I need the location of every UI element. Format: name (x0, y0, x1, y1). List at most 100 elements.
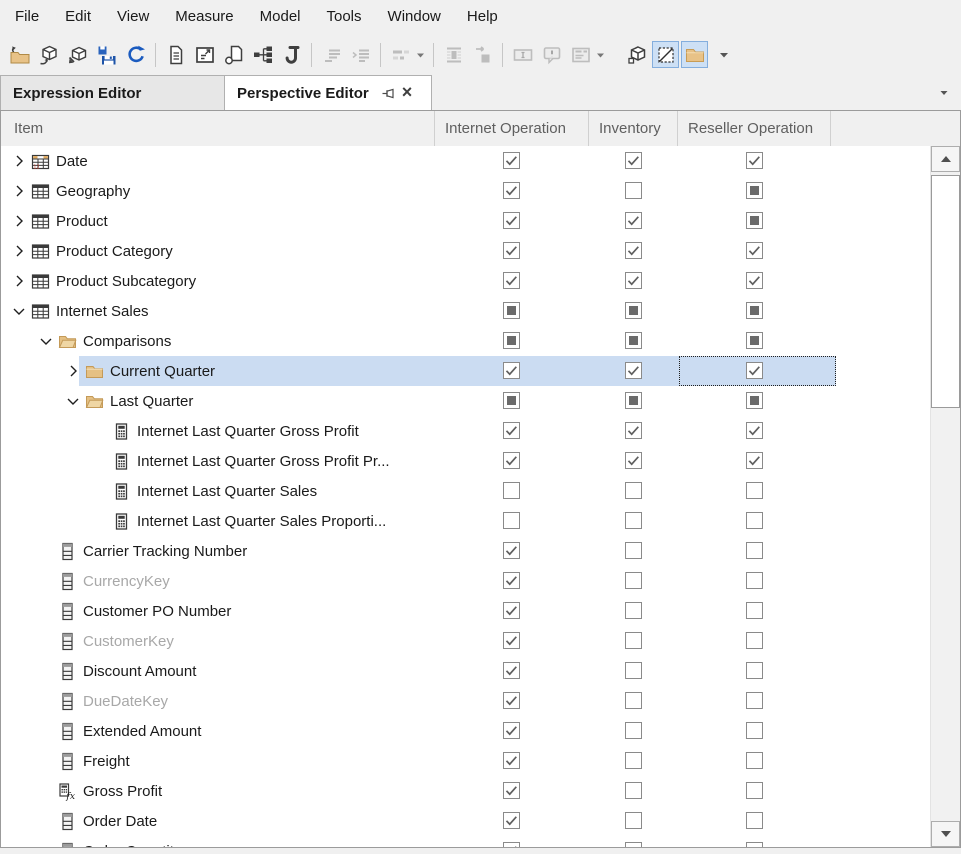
menu-edit[interactable]: Edit (52, 0, 104, 34)
perspective-checkbox-checked[interactable] (746, 422, 763, 439)
perspective-checkbox-indeterminate[interactable] (503, 302, 520, 319)
perspective-checkbox-indeterminate[interactable] (746, 182, 763, 199)
perspective-checkbox-unchecked[interactable] (746, 692, 763, 709)
table-row[interactable]: Order Quantity (1, 836, 960, 847)
table-row[interactable]: Carrier Tracking Number (1, 536, 960, 566)
vertical-scrollbar[interactable] (930, 146, 960, 847)
perspective-checkbox-checked[interactable] (503, 152, 520, 169)
table-row[interactable]: Product Subcategory (1, 266, 960, 296)
refresh-button[interactable] (122, 41, 149, 68)
perspective-checkbox-checked[interactable] (503, 572, 520, 589)
perspective-checkbox-indeterminate[interactable] (746, 302, 763, 319)
table-row[interactable]: Geography (1, 176, 960, 206)
scrollbar-thumb[interactable] (931, 175, 960, 408)
perspective-checkbox-checked[interactable] (503, 182, 520, 199)
table-row[interactable]: Comparisons (1, 326, 960, 356)
perspective-checkbox-indeterminate[interactable] (746, 332, 763, 349)
dropdown-caret-icon[interactable] (595, 41, 608, 68)
chevron-down-icon[interactable] (7, 302, 31, 320)
perspective-toggle-button[interactable] (652, 41, 679, 68)
perspective-checkbox-unchecked[interactable] (746, 662, 763, 679)
perspective-checkbox-checked[interactable] (503, 452, 520, 469)
tab-list-caret-icon[interactable] (937, 86, 961, 100)
perspective-checkbox-unchecked[interactable] (625, 722, 642, 739)
chevron-right-icon[interactable] (7, 242, 31, 260)
perspective-checkbox-unchecked[interactable] (625, 692, 642, 709)
perspective-checkbox-checked[interactable] (503, 362, 520, 379)
perspective-checkbox-checked[interactable] (625, 362, 642, 379)
perspective-checkbox-checked[interactable] (625, 452, 642, 469)
perspective-checkbox-unchecked[interactable] (625, 812, 642, 829)
perspective-checkbox-indeterminate[interactable] (503, 332, 520, 349)
table-row[interactable]: Internet Last Quarter Sales (1, 476, 960, 506)
perspective-checkbox-checked[interactable] (503, 722, 520, 739)
pin-icon[interactable] (381, 86, 396, 101)
chevron-right-icon[interactable] (7, 272, 31, 290)
perspective-checkbox-checked[interactable] (746, 242, 763, 259)
perspective-checkbox-checked[interactable] (503, 752, 520, 769)
hierarchy-button[interactable] (249, 41, 276, 68)
perspective-checkbox-unchecked[interactable] (503, 482, 520, 499)
caret-down-button[interactable] (710, 41, 737, 68)
table-row[interactable]: CurrencyKey (1, 566, 960, 596)
table-row[interactable]: Current Quarter (1, 356, 960, 386)
chevron-down-icon[interactable] (34, 332, 58, 350)
perspective-checkbox-checked[interactable] (503, 782, 520, 799)
table-row[interactable]: DueDateKey (1, 686, 960, 716)
perspective-checkbox-unchecked[interactable] (625, 512, 642, 529)
perspective-checkbox-unchecked[interactable] (746, 722, 763, 739)
menu-measure[interactable]: Measure (162, 0, 246, 34)
chevron-right-icon[interactable] (61, 362, 85, 380)
perspective-checkbox-checked[interactable] (503, 542, 520, 559)
document-button[interactable] (162, 41, 189, 68)
scroll-down-button[interactable] (931, 821, 960, 847)
perspective-checkbox-unchecked[interactable] (746, 842, 763, 847)
perspective-checkbox-checked[interactable] (503, 842, 520, 847)
perspective-checkbox-indeterminate[interactable] (503, 392, 520, 409)
perspective-checkbox-checked[interactable] (625, 152, 642, 169)
cube-button[interactable] (623, 41, 650, 68)
perspective-checkbox-unchecked[interactable] (625, 182, 642, 199)
perspective-checkbox-checked[interactable] (746, 152, 763, 169)
perspective-checkbox-checked[interactable] (503, 662, 520, 679)
table-row[interactable]: CustomerKey (1, 626, 960, 656)
chevron-right-icon[interactable] (7, 212, 31, 230)
perspective-checkbox-unchecked[interactable] (625, 662, 642, 679)
perspective-checkbox-unchecked[interactable] (625, 482, 642, 499)
table-row[interactable]: Product (1, 206, 960, 236)
menu-window[interactable]: Window (375, 0, 454, 34)
perspective-checkbox-unchecked[interactable] (503, 512, 520, 529)
save-button[interactable] (93, 41, 120, 68)
display-folder-toggle-button[interactable] (681, 41, 708, 68)
table-edit-button[interactable] (191, 41, 218, 68)
chevron-right-icon[interactable] (7, 182, 31, 200)
table-row[interactable]: fxGross Profit (1, 776, 960, 806)
perspective-checkbox-checked[interactable] (503, 692, 520, 709)
perspective-checkbox-unchecked[interactable] (746, 632, 763, 649)
tab-expression-editor[interactable]: Expression Editor (0, 75, 225, 110)
perspective-checkbox-unchecked[interactable] (625, 752, 642, 769)
table-row[interactable]: Extended Amount (1, 716, 960, 746)
chevron-down-icon[interactable] (61, 392, 85, 410)
perspective-checkbox-checked[interactable] (625, 242, 642, 259)
perspective-checkbox-checked[interactable] (746, 452, 763, 469)
perspective-checkbox-indeterminate[interactable] (625, 392, 642, 409)
new-page-button[interactable] (220, 41, 247, 68)
table-row[interactable]: Internet Last Quarter Sales Proporti... (1, 506, 960, 536)
perspective-checkbox-unchecked[interactable] (746, 512, 763, 529)
perspective-checkbox-unchecked[interactable] (746, 542, 763, 559)
perspective-checkbox-checked[interactable] (503, 242, 520, 259)
chevron-right-icon[interactable] (7, 152, 31, 170)
perspective-checkbox-unchecked[interactable] (625, 572, 642, 589)
menu-model[interactable]: Model (247, 0, 314, 34)
perspective-checkbox-indeterminate[interactable] (746, 392, 763, 409)
script-button[interactable] (278, 41, 305, 68)
menu-help[interactable]: Help (454, 0, 511, 34)
menu-tools[interactable]: Tools (314, 0, 375, 34)
perspective-checkbox-unchecked[interactable] (625, 842, 642, 847)
table-row[interactable]: Product Category (1, 236, 960, 266)
scroll-up-button[interactable] (931, 146, 960, 172)
perspective-checkbox-unchecked[interactable] (746, 812, 763, 829)
perspective-checkbox-checked[interactable] (746, 272, 763, 289)
table-row[interactable]: Internet Last Quarter Gross Profit Pr... (1, 446, 960, 476)
